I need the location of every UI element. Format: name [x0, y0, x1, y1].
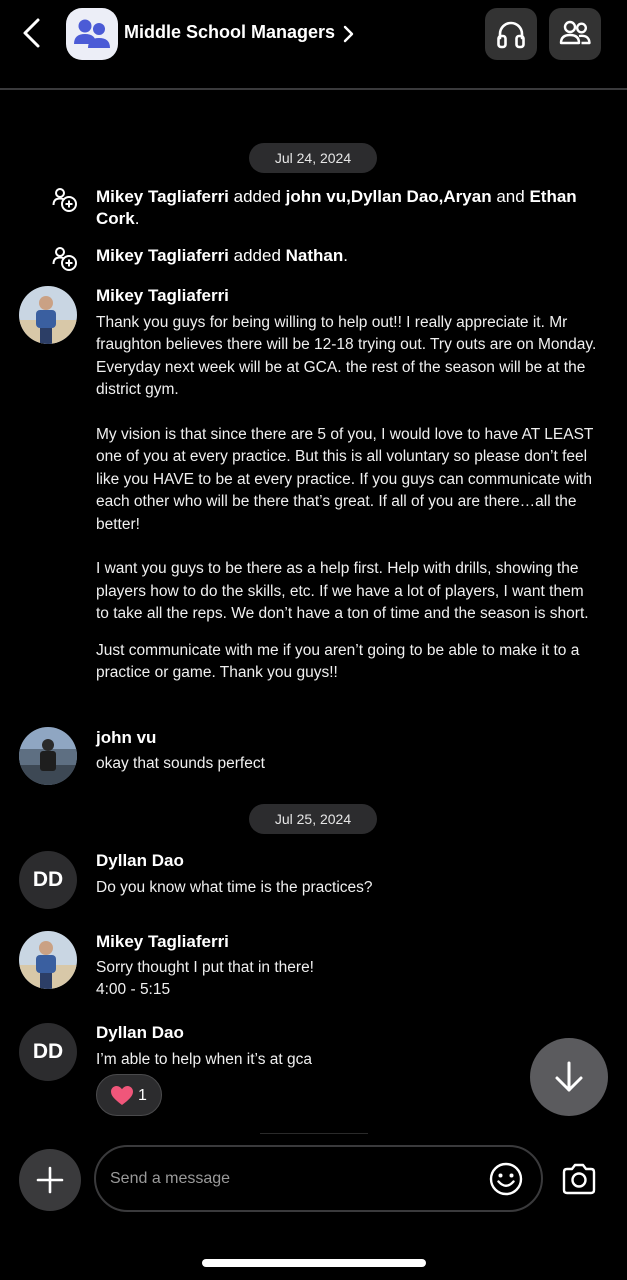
sender-name[interactable]: Dyllan Dao — [96, 1023, 184, 1043]
home-indicator — [202, 1259, 426, 1267]
camera-icon — [562, 1163, 596, 1195]
event-targets[interactable]: john vu,Dyllan Dao,Aryan — [286, 187, 492, 206]
chat-screen: Middle School Managers Jul 24, 2024 Mike… — [0, 0, 627, 1280]
message-text[interactable]: Do you know what time is the practices? — [96, 877, 598, 899]
divider — [260, 1133, 368, 1134]
message-line: 4:00 - 5:15 — [96, 981, 171, 999]
avatar[interactable]: DD — [19, 851, 77, 909]
system-event: Mikey Tagliaferri added john vu,Dyllan D… — [96, 186, 596, 230]
headphones-icon — [497, 21, 525, 49]
group-details-button[interactable] — [340, 23, 356, 45]
message-paragraph: Thank you guys for being willing to help… — [96, 314, 597, 399]
audio-call-button[interactable] — [485, 8, 537, 60]
people-icon — [559, 20, 591, 45]
camera-button[interactable] — [560, 1160, 598, 1198]
group-title[interactable]: Middle School Managers — [124, 22, 335, 43]
group-avatar[interactable] — [66, 8, 118, 60]
date-separator: Jul 25, 2024 — [249, 804, 377, 834]
avatar[interactable]: DD — [19, 1023, 77, 1081]
sender-name[interactable]: Dyllan Dao — [96, 851, 184, 871]
event-verb: added — [233, 246, 281, 265]
back-button[interactable] — [14, 14, 50, 52]
group-people-icon — [74, 19, 110, 48]
plus-icon — [36, 1166, 64, 1194]
event-end: . — [343, 246, 349, 265]
message-composer — [94, 1145, 543, 1212]
event-targets[interactable]: Nathan — [286, 246, 344, 265]
add-person-icon — [52, 188, 77, 212]
profile-photo — [19, 286, 77, 344]
reaction-count: 1 — [138, 1087, 147, 1104]
chat-header: Middle School Managers — [0, 0, 627, 90]
profile-photo — [19, 931, 77, 989]
message-text[interactable]: I’m able to help when it’s at gca — [96, 1049, 598, 1071]
heart-icon — [111, 1086, 133, 1105]
message-paragraph: I want you guys to be there as a help fi… — [96, 560, 589, 623]
add-attachment-button[interactable] — [19, 1149, 81, 1211]
chevron-left-icon — [23, 18, 40, 48]
event-connector: and — [496, 187, 525, 206]
arrow-down-icon — [555, 1061, 583, 1092]
profile-photo — [19, 727, 77, 785]
scroll-to-bottom-button[interactable] — [530, 1038, 608, 1116]
date-separator: Jul 24, 2024 — [249, 143, 377, 173]
members-button[interactable] — [549, 8, 601, 60]
event-end: . — [134, 209, 140, 228]
event-actor[interactable]: Mikey Tagliaferri — [96, 246, 229, 265]
event-actor[interactable]: Mikey Tagliaferri — [96, 187, 229, 206]
message-text[interactable]: okay that sounds perfect — [96, 753, 598, 775]
avatar[interactable] — [19, 286, 77, 344]
message-text[interactable]: Thank you guys for being willing to help… — [96, 312, 598, 684]
avatar[interactable] — [19, 727, 77, 785]
system-event: Mikey Tagliaferri added Nathan. — [96, 245, 596, 267]
sender-name[interactable]: Mikey Tagliaferri — [96, 286, 229, 306]
message-paragraph: My vision is that since there are 5 of y… — [96, 426, 594, 533]
emoji-button[interactable] — [488, 1161, 524, 1197]
reaction-chip[interactable]: 1 — [96, 1074, 162, 1116]
event-verb: added — [233, 187, 281, 206]
add-person-icon — [52, 247, 77, 271]
sender-name[interactable]: john vu — [96, 728, 156, 748]
chevron-right-icon — [343, 25, 354, 43]
avatar[interactable] — [19, 931, 77, 989]
smiley-icon — [489, 1162, 523, 1196]
sender-name[interactable]: Mikey Tagliaferri — [96, 932, 229, 952]
message-text[interactable]: Sorry thought I put that in there! 4:00 … — [96, 957, 598, 1002]
message-input[interactable] — [110, 1166, 470, 1192]
message-paragraph: Just communicate with me if you aren’t g… — [96, 641, 580, 682]
message-line: Sorry thought I put that in there! — [96, 959, 314, 976]
